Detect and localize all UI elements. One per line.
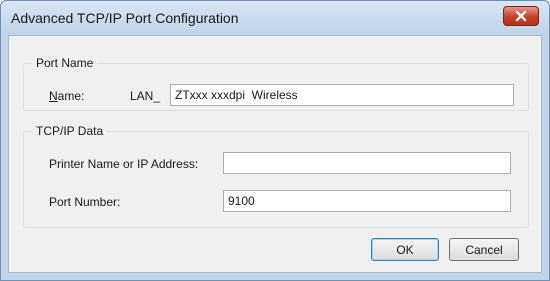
name-prefix: LAN_ — [130, 89, 161, 103]
printer-address-input[interactable] — [223, 152, 511, 174]
port-name-group-label: Port Name — [32, 56, 98, 70]
window-title: Advanced TCP/IP Port Configuration — [11, 10, 239, 26]
port-number-input[interactable] — [223, 190, 511, 212]
cancel-button[interactable]: Cancel — [449, 238, 519, 261]
port-name-group: Port Name Name: LAN_ — [23, 56, 529, 111]
port-number-label: Port Number: — [49, 195, 121, 209]
ok-button[interactable]: OK — [371, 238, 439, 261]
printer-address-label: Printer Name or IP Address: — [49, 157, 199, 171]
dialog-body: Port Name Name: LAN_ TCP/IP Data Printer… — [8, 35, 542, 273]
tcpip-data-group-label: TCP/IP Data — [32, 124, 108, 138]
port-name-input[interactable] — [170, 84, 514, 106]
title-bar[interactable]: Advanced TCP/IP Port Configuration — [1, 1, 549, 35]
close-button[interactable] — [503, 6, 539, 26]
close-icon — [515, 10, 527, 22]
name-label: Name: — [49, 89, 85, 103]
tcpip-data-group: TCP/IP Data Printer Name or IP Address: … — [23, 124, 529, 228]
dialog-window: Advanced TCP/IP Port Configuration Port … — [0, 0, 550, 281]
